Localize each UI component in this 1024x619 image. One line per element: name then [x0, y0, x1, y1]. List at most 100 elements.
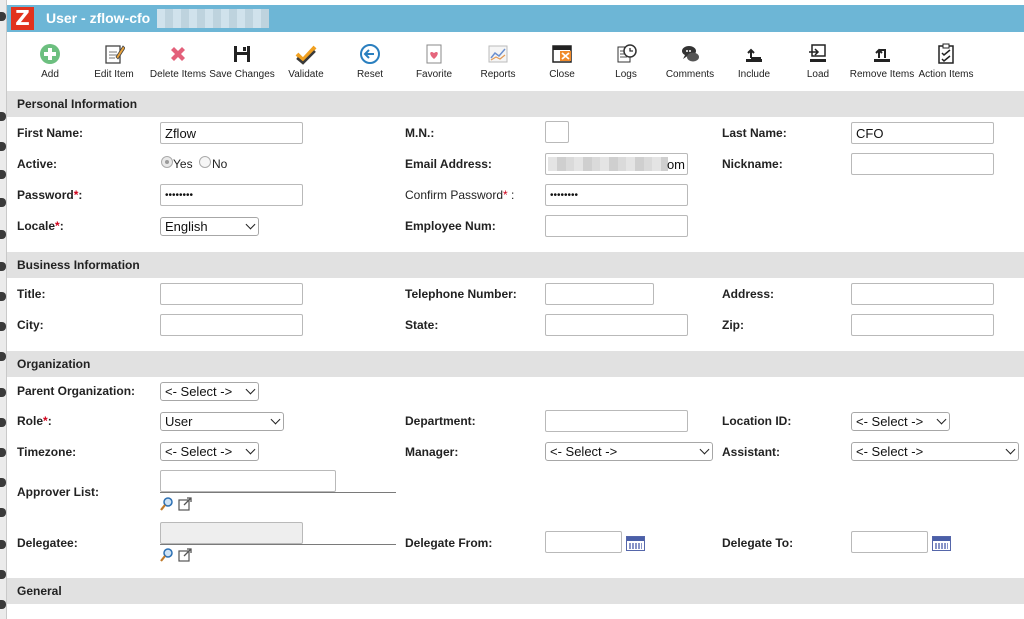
employee-num-field[interactable]: [545, 215, 688, 237]
action-items-icon: [938, 43, 954, 64]
remove-items-button[interactable]: Remove Items: [846, 33, 918, 89]
chevron-down-icon: [245, 219, 256, 230]
calendar-icon[interactable]: [932, 536, 951, 551]
locale-select[interactable]: English: [160, 217, 259, 236]
edit-item-label: Edit Item: [94, 69, 134, 80]
title-bar: Z User - zflow-cfo: [7, 5, 1024, 32]
remove-items-icon: [874, 48, 890, 62]
close-button[interactable]: Close: [526, 33, 598, 89]
approver-list-divider: [160, 492, 396, 493]
last-name-field[interactable]: [851, 122, 994, 144]
delegatee-field[interactable]: [160, 522, 303, 544]
chevron-down-icon: [270, 414, 281, 425]
user-window: Z User - zflow-cfo Add Edit Item Delete …: [6, 0, 1024, 619]
first-name-label: First Name:: [17, 126, 84, 140]
reset-button[interactable]: Reset: [334, 33, 406, 89]
edit-item-button[interactable]: Edit Item: [78, 33, 150, 89]
password-field[interactable]: [160, 184, 303, 206]
validate-button[interactable]: Validate: [270, 33, 342, 89]
favorite-button[interactable]: Favorite: [398, 33, 470, 89]
active-label: Active:: [17, 157, 58, 171]
nickname-label: Nickname:: [722, 157, 783, 171]
action-items-button[interactable]: Action Items: [910, 33, 982, 89]
delegate-to-label: Delegate To:: [722, 536, 794, 550]
mn-field[interactable]: [545, 121, 569, 143]
first-name-field[interactable]: [160, 122, 303, 144]
active-no-label: No: [212, 157, 228, 171]
logs-button[interactable]: Logs: [590, 33, 662, 89]
search-icon[interactable]: [160, 548, 174, 562]
open-link-icon[interactable]: [178, 548, 192, 562]
section-general: General: [7, 578, 1024, 604]
manager-label: Manager:: [405, 445, 459, 459]
search-icon[interactable]: [160, 497, 174, 511]
add-button[interactable]: Add: [14, 33, 86, 89]
close-label: Close: [549, 69, 575, 80]
reports-button[interactable]: Reports: [462, 33, 534, 89]
active-yes-label: Yes: [173, 157, 193, 171]
load-button[interactable]: Load: [782, 33, 854, 89]
department-label: Department:: [405, 414, 476, 428]
reports-label: Reports: [480, 69, 516, 80]
assistant-select[interactable]: <- Select ->: [851, 442, 1019, 461]
department-field[interactable]: [545, 410, 688, 432]
city-field[interactable]: [160, 314, 303, 336]
comments-icon: [682, 46, 699, 62]
logs-label: Logs: [615, 69, 637, 80]
checkmark-icon: [295, 45, 317, 65]
save-changes-label: Save Changes: [209, 69, 275, 80]
manager-select[interactable]: <- Select ->: [545, 442, 713, 461]
delete-items-label: Delete Items: [149, 69, 207, 80]
remove-items-label: Remove Items: [849, 69, 915, 80]
last-name-label: Last Name:: [722, 126, 787, 140]
manager-value: <- Select ->: [550, 444, 618, 459]
password-label: Password*:: [17, 188, 83, 202]
assistant-value: <- Select ->: [856, 444, 924, 459]
delete-items-button[interactable]: Delete Items: [142, 33, 214, 89]
delegate-to-field[interactable]: [851, 531, 928, 553]
delegate-from-field[interactable]: [545, 531, 622, 553]
delegate-from-label: Delegate From:: [405, 536, 493, 550]
chevron-down-icon: [699, 444, 710, 455]
chevron-down-icon: [936, 414, 947, 425]
active-yes-radio[interactable]: [161, 156, 173, 168]
window-title: User - zflow-cfo: [46, 10, 151, 26]
approver-list-field[interactable]: [160, 470, 336, 492]
calendar-icon[interactable]: [626, 536, 645, 551]
confirm-password-field[interactable]: [545, 184, 688, 206]
state-field[interactable]: [545, 314, 688, 336]
logs-icon: [617, 44, 637, 63]
add-icon: [40, 44, 60, 64]
title-field[interactable]: [160, 283, 303, 305]
chevron-down-icon: [245, 444, 256, 455]
location-id-select[interactable]: <- Select ->: [851, 412, 950, 431]
approver-list-label: Approver List:: [17, 485, 100, 499]
telephone-field[interactable]: [545, 283, 654, 305]
parent-organization-select[interactable]: <- Select ->: [160, 382, 259, 401]
role-select[interactable]: User: [160, 412, 284, 431]
zip-field[interactable]: [851, 314, 994, 336]
delegatee-divider: [160, 544, 396, 545]
address-field[interactable]: [851, 283, 994, 305]
nickname-field[interactable]: [851, 153, 994, 175]
section-personal-information: Personal Information: [7, 91, 1024, 117]
role-value: User: [165, 414, 193, 429]
active-no-radio[interactable]: [199, 156, 211, 168]
chevron-down-icon: [1005, 444, 1016, 455]
section-business-information: Business Information: [7, 252, 1024, 278]
locale-value: English: [165, 219, 208, 234]
comments-button[interactable]: Comments: [654, 33, 726, 89]
redacted-overlay: [157, 9, 269, 28]
save-changes-button[interactable]: Save Changes: [206, 33, 278, 89]
timezone-value: <- Select ->: [165, 444, 233, 459]
employee-num-label: Employee Num:: [405, 219, 496, 233]
toolbar: Add Edit Item Delete Items Save Changes …: [7, 33, 1024, 89]
location-id-value: <- Select ->: [856, 414, 924, 429]
zip-label: Zip:: [722, 318, 744, 332]
open-link-icon[interactable]: [178, 497, 192, 511]
state-label: State:: [405, 318, 439, 332]
timezone-select[interactable]: <- Select ->: [160, 442, 259, 461]
include-button[interactable]: Include: [718, 33, 790, 89]
email-field[interactable]: om: [545, 153, 688, 175]
favorite-icon: [426, 44, 442, 64]
